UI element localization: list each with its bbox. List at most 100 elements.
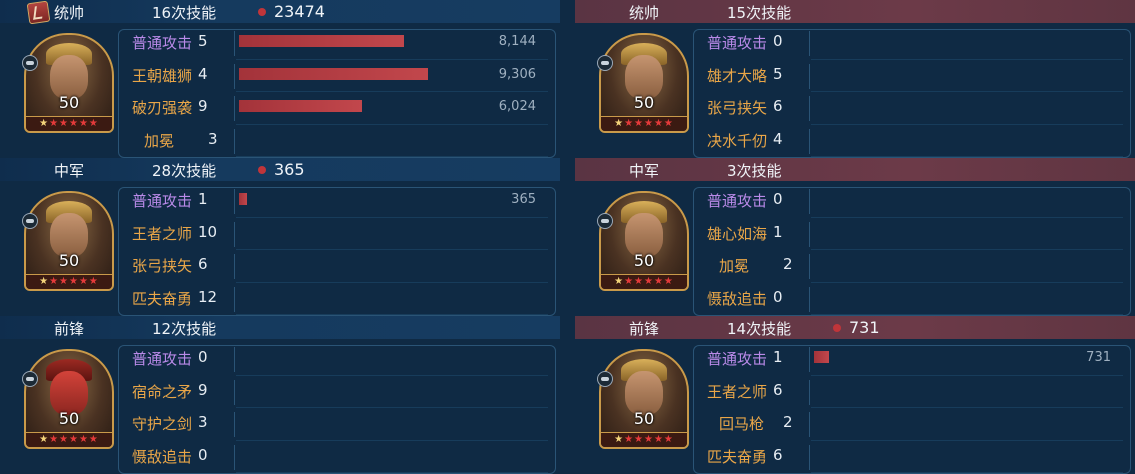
star-rating-rest: ★★★★★: [624, 276, 674, 287]
row-separator: [809, 444, 810, 470]
damage-bar: [814, 351, 829, 363]
row-separator: [809, 347, 810, 372]
skill-row[interactable]: 守护之剑 3: [124, 408, 552, 441]
skill-name: 雄才大略: [707, 66, 768, 85]
hero-level: 50: [633, 251, 655, 270]
skill-row[interactable]: 普通攻击 0: [124, 343, 552, 376]
skill-name: 加冕: [144, 131, 175, 150]
role-label: 统帅: [629, 4, 660, 22]
row-separator: [809, 412, 810, 437]
row-separator: [809, 96, 810, 121]
hero-panel: 中军 3次技能 50 ★★★★★★ 普通攻击 0 雄心如海 1 加冕 2 慑敌追击 0: [575, 158, 1135, 316]
skill-trigger-count: 1: [773, 222, 783, 241]
skill-row[interactable]: 王朝雄狮 4 9,306: [124, 60, 552, 92]
skill-row[interactable]: 宿命之矛 9: [124, 376, 552, 408]
skill-name: 守护之剑: [132, 415, 193, 433]
star-rating: ★★★★★★: [26, 432, 112, 447]
skill-row[interactable]: 普通攻击 1 731: [699, 343, 1127, 376]
skill-list: 普通攻击 0 宿命之矛 9 守护之剑 3 慑敌追击 0: [124, 343, 552, 473]
role-label: 前锋: [629, 320, 660, 338]
row-divider: [811, 472, 1123, 473]
star-rating-rest: ★★★★★: [49, 276, 99, 287]
skill-name: 张弓挟矢: [707, 99, 768, 117]
skill-row[interactable]: 雄心如海 1: [699, 218, 1127, 250]
skill-row[interactable]: 张弓挟矢 6: [124, 250, 552, 283]
hero-portrait[interactable]: 50 ★★★★★★: [599, 33, 689, 133]
skill-list: 普通攻击 0 雄心如海 1 加冕 2 慑敌追击 0: [699, 185, 1127, 315]
damage-bar: [239, 100, 362, 112]
troop-type-icon: [22, 371, 38, 387]
row-divider: [236, 472, 548, 473]
skill-row[interactable]: 加冕 2: [699, 250, 1127, 283]
star-rating-first: ★: [39, 118, 50, 129]
skill-row[interactable]: 普通攻击 0: [699, 185, 1127, 218]
hero-panel: 前锋 14次技能 731 50 ★★★★★★ 普通攻击 1 731 王者之师 6 回马枪 2 匹夫奋勇 6: [575, 316, 1135, 474]
skill-row[interactable]: 加冕 3: [124, 125, 552, 157]
role-label: 前锋: [54, 320, 85, 338]
skill-name: 匹夫奋勇: [707, 447, 768, 466]
damage-value: 6,024: [498, 99, 536, 114]
row-separator: [234, 221, 235, 247]
skill-row[interactable]: 破刃强袭 9 6,024: [124, 92, 552, 125]
hero-portrait[interactable]: 50 ★★★★★★: [24, 33, 114, 133]
skill-trigger-count: 6: [773, 97, 783, 115]
damage-value: 8,144: [498, 34, 536, 49]
row-separator: [809, 221, 810, 247]
row-separator: [234, 286, 235, 312]
skill-row[interactable]: 张弓挟矢 6: [699, 92, 1127, 125]
skill-row[interactable]: 王者之师 10: [124, 218, 552, 250]
skill-row[interactable]: 王者之师 6: [699, 376, 1127, 408]
row-separator: [809, 31, 810, 56]
panel-header: 统帅 16次技能 23474: [0, 0, 560, 25]
damage-bar: [239, 35, 404, 47]
skill-trigger-count: 1: [198, 190, 208, 208]
row-separator: [234, 347, 235, 372]
skill-trigger-count: 1: [773, 348, 783, 366]
hero-level: 50: [633, 93, 655, 112]
row-separator: [809, 128, 810, 154]
skill-row[interactable]: 慑敌追击 0: [699, 283, 1127, 315]
skill-count-label: 16次技能: [152, 4, 217, 22]
skill-trigger-count: 6: [198, 255, 208, 273]
skill-trigger-count: 4: [198, 64, 208, 83]
skill-name: 慑敌追击: [707, 289, 768, 308]
skill-row[interactable]: 匹夫奋勇 12: [124, 283, 552, 315]
damage-total: 365: [274, 160, 305, 179]
skill-row[interactable]: 雄才大略 5: [699, 60, 1127, 92]
hero-level: 50: [633, 409, 655, 428]
skill-row[interactable]: 决水千仞 4: [699, 125, 1127, 157]
row-divider: [811, 156, 1123, 157]
skill-row[interactable]: 匹夫奋勇 6: [699, 441, 1127, 473]
hero-portrait[interactable]: 50 ★★★★★★: [24, 191, 114, 291]
skill-list: 普通攻击 1 365 王者之师 10 张弓挟矢 6 匹夫奋勇 12: [124, 185, 552, 315]
hero-portrait[interactable]: 50 ★★★★★★: [599, 191, 689, 291]
role-label: 中军: [629, 162, 660, 180]
damage-dot-icon: [833, 324, 841, 332]
skill-row[interactable]: 普通攻击 0: [699, 27, 1127, 60]
row-divider: [236, 314, 548, 315]
hero-portrait[interactable]: 50 ★★★★★★: [24, 349, 114, 449]
skill-row[interactable]: 普通攻击 5 8,144: [124, 27, 552, 60]
star-rating-first: ★: [614, 434, 625, 445]
skill-trigger-count: 0: [198, 445, 208, 464]
skill-trigger-count: 6: [773, 445, 783, 464]
skill-row[interactable]: 慑敌追击 0: [124, 441, 552, 473]
skill-count-label: 12次技能: [152, 320, 217, 338]
hero-panel: 中军 28次技能 365 50 ★★★★★★ 普通攻击 1 365 王者之师 10 张弓挟矢 6 匹夫奋…: [0, 158, 560, 316]
hero-panel: 统帅 15次技能 50 ★★★★★★ 普通攻击 0 雄才大略 5 张弓挟矢 6 决水千仞 4: [575, 0, 1135, 158]
skill-row[interactable]: 回马枪 2: [699, 408, 1127, 441]
star-rating: ★★★★★★: [26, 116, 112, 131]
panel-header: 前锋 12次技能: [0, 316, 560, 339]
skill-name: 张弓挟矢: [132, 257, 193, 275]
troop-type-icon: [22, 213, 38, 229]
skill-trigger-count: 3: [208, 129, 218, 148]
hero-portrait[interactable]: 50 ★★★★★★: [599, 349, 689, 449]
skill-row[interactable]: 普通攻击 1 365: [124, 185, 552, 218]
right-team-column: 统帅 15次技能 50 ★★★★★★ 普通攻击 0 雄才大略 5 张弓挟矢 6 决水千仞 4 中军 3次技…: [575, 0, 1135, 474]
skill-count-label: 3次技能: [727, 162, 782, 180]
skill-name: 破刃强袭: [132, 99, 193, 117]
damage-bar: [239, 67, 428, 80]
star-rating-rest: ★★★★★: [49, 118, 99, 129]
flag-icon: [26, 0, 51, 25]
skill-list: 普通攻击 0 雄才大略 5 张弓挟矢 6 决水千仞 4: [699, 27, 1127, 157]
